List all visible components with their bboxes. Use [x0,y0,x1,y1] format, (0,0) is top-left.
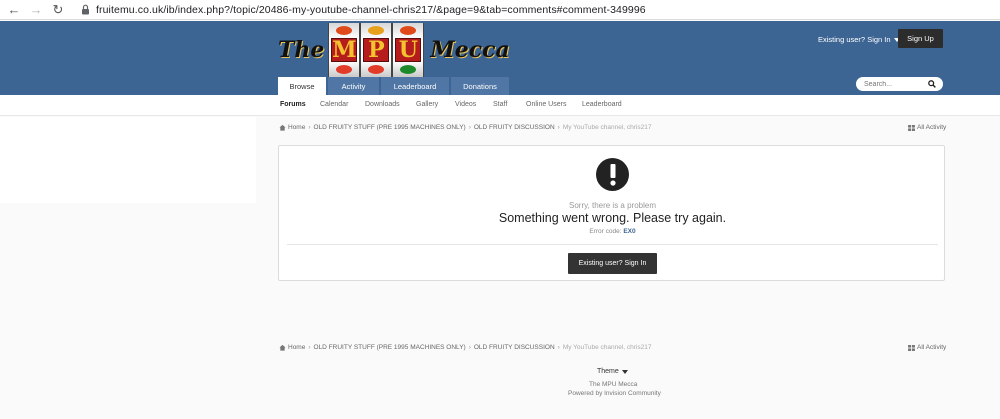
header-sign-in-link[interactable]: Existing user? Sign In [818,35,900,44]
reload-icon[interactable]: ↻ [50,2,66,18]
logo-reel-letter: M [331,37,358,63]
logo-reel: M [328,23,361,77]
home-icon [279,124,286,131]
sub-navigation: Forums Calendar Downloads Gallery Videos… [0,95,1000,116]
error-code: Error code: EX0 [279,228,946,235]
chevron-right-icon: › [308,124,311,131]
fruit-icon [400,26,417,35]
breadcrumb-category[interactable]: OLD FRUITY STUFF (PRE 1995 MACHINES ONLY… [314,344,466,351]
breadcrumb: Home › OLD FRUITY STUFF (PRE 1995 MACHIN… [279,124,651,131]
breadcrumb-home[interactable]: Home [288,344,305,351]
chevron-right-icon: › [308,344,311,351]
subnav-item-calendar[interactable]: Calendar [320,101,348,108]
address-bar-url[interactable]: fruitemu.co.uk/ib/index.php?/topic/20486… [96,4,646,16]
all-activity-label: All Activity [917,124,947,131]
fruit-icon [368,26,385,35]
divider [287,244,938,245]
fruit-icon [336,65,353,74]
lock-icon[interactable] [80,4,90,15]
left-blank-panel [0,117,256,203]
subnav-item-videos[interactable]: Videos [455,101,476,108]
all-activity-link[interactable]: All Activity [908,344,946,351]
error-sign-in-button[interactable]: Existing user? Sign In [568,253,657,274]
subnav-item-online-users[interactable]: Online Users [526,101,566,108]
subnav-item-leaderboard[interactable]: Leaderboard [582,101,622,108]
breadcrumb-forum[interactable]: OLD FRUITY DISCUSSION [474,124,555,131]
all-activity-link[interactable]: All Activity [908,124,946,131]
subnav-item-forums[interactable]: Forums [280,101,306,108]
theme-label: Theme [597,368,619,375]
breadcrumb-current: My YouTube channel, chris217 [562,344,652,351]
logo-reel-letter: U [395,37,422,63]
sign-up-button[interactable]: Sign Up [898,29,943,48]
tab-activity[interactable]: Activity [328,77,379,95]
subnav-item-staff[interactable]: Staff [493,101,507,108]
back-arrow-icon[interactable]: ← [6,2,22,18]
rss-feed-icon [908,124,915,131]
fruit-icon [336,26,353,35]
search-box[interactable] [856,77,943,91]
breadcrumb-home[interactable]: Home [288,124,305,131]
chevron-right-icon: › [468,344,471,351]
chevron-right-icon: › [557,344,560,351]
error-message-box: Sorry, there is a problem Something went… [278,145,945,281]
site-header: The M P U Mecca Existing user? Sign In S… [0,21,1000,95]
breadcrumb-category[interactable]: OLD FRUITY STUFF (PRE 1995 MACHINES ONLY… [314,124,466,131]
header-sign-in-label: Existing user? Sign In [818,35,891,44]
error-code-label: Error code: [589,228,622,235]
home-icon [279,344,286,351]
subnav-item-gallery[interactable]: Gallery [416,101,438,108]
rss-feed-icon [908,344,915,351]
browser-toolbar: ← → ↻ fruitemu.co.uk/ib/index.php?/topic… [0,0,1000,20]
logo-mecca-text: Mecca [430,37,510,63]
footer-site-name: The MPU Mecca [589,381,638,388]
breadcrumb-bottom: Home › OLD FRUITY STUFF (PRE 1995 MACHIN… [279,344,651,351]
chevron-right-icon: › [468,124,471,131]
caret-down-icon [621,369,628,374]
tab-leaderboard[interactable]: Leaderboard [381,77,449,95]
tab-donations[interactable]: Donations [451,77,509,95]
forward-arrow-icon[interactable]: → [28,2,44,18]
tab-browse[interactable]: Browse [278,77,326,95]
fruit-icon [368,65,385,74]
logo-reel: U [392,23,425,77]
exclamation-icon [596,158,629,191]
error-message: Something went wrong. Please try again. [498,211,727,225]
logo-reel: P [360,23,393,77]
breadcrumb-forum[interactable]: OLD FRUITY DISCUSSION [474,344,555,351]
theme-selector[interactable]: Theme [597,368,628,375]
all-activity-label: All Activity [917,344,947,351]
search-input[interactable] [864,80,928,88]
subnav-item-downloads[interactable]: Downloads [365,101,400,108]
footer-powered-by[interactable]: Powered by Invision Community [568,390,661,397]
chevron-right-icon: › [557,124,560,131]
logo-the-text: The [278,37,325,63]
error-title: Sorry, there is a problem [569,201,656,210]
fruit-icon [400,65,417,74]
error-code-value: EX0 [623,228,636,235]
main-nav-tabs: Browse Activity Leaderboard Donations [278,77,511,95]
logo-reel-letter: P [363,37,390,63]
site-logo[interactable]: The M P U Mecca [278,23,510,77]
breadcrumb-current: My YouTube channel, chris217 [562,124,652,131]
logo-reels: M P U [328,23,425,77]
search-icon[interactable] [928,80,936,88]
